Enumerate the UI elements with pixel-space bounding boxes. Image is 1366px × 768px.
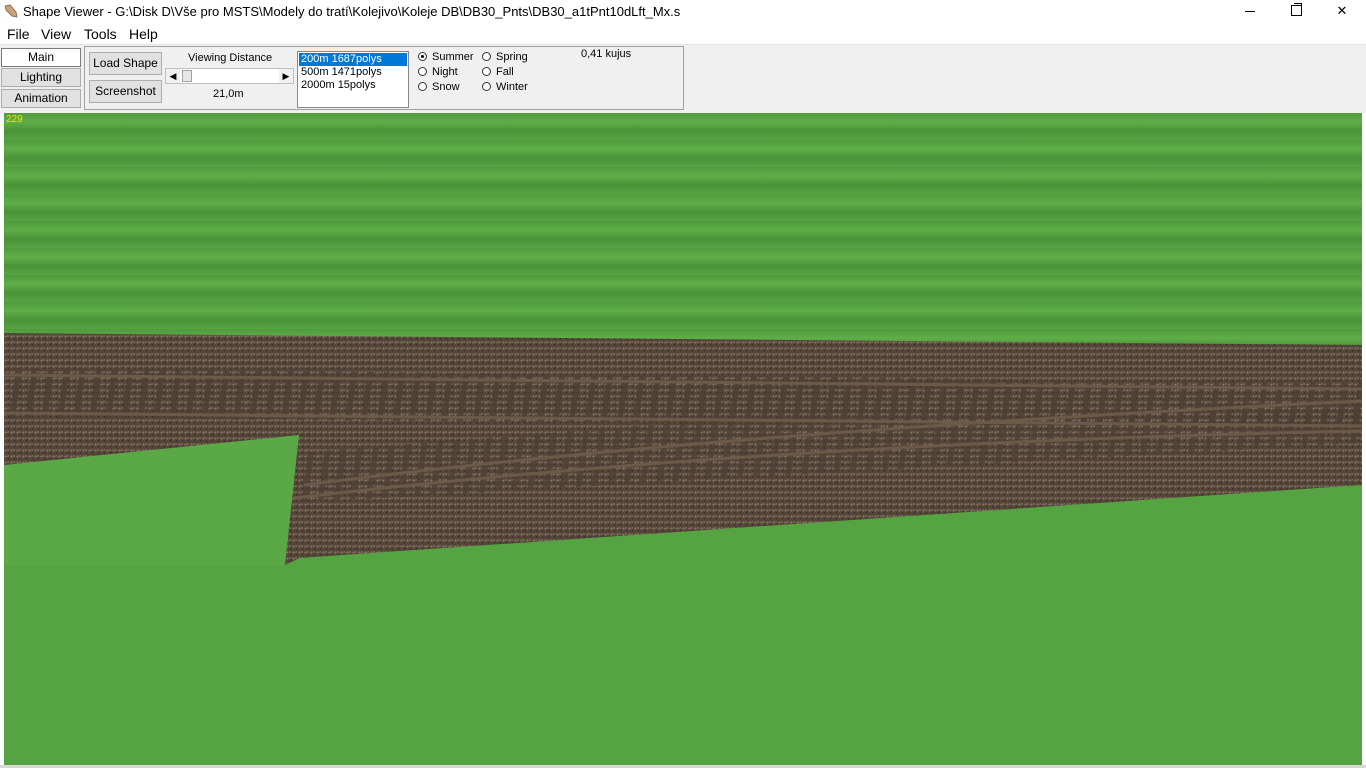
menu-tools[interactable]: Tools [84, 26, 117, 42]
scroll-right-icon[interactable]: ▶ [279, 69, 293, 83]
viewing-distance-label: Viewing Distance [188, 52, 273, 64]
screenshot-button[interactable]: Screenshot [89, 80, 162, 103]
lod-option[interactable]: 200m 1687polys [299, 53, 407, 66]
viewing-distance-value: 21,0m [213, 88, 244, 100]
objects-count: 0,41 kujus [581, 48, 632, 60]
viewing-distance-slider[interactable]: ◀ ▶ [165, 68, 294, 84]
lod-option[interactable]: 2000m 15polys [299, 79, 407, 92]
track-render [4, 333, 1362, 765]
radio-unchecked-icon [418, 82, 427, 91]
radio-summer[interactable]: Summer [418, 51, 474, 65]
tab-main[interactable]: Main [1, 48, 81, 67]
radio-spring[interactable]: Spring [482, 51, 528, 65]
load-shape-button[interactable]: Load Shape [89, 52, 162, 75]
fps-counter: 229 [6, 114, 23, 125]
main-panel: Load Shape Screenshot Viewing Distance ◀… [84, 46, 684, 110]
menu-file[interactable]: File [7, 26, 30, 42]
minimize-button[interactable] [1227, 0, 1273, 24]
radio-unchecked-icon [418, 67, 427, 76]
window-title: Shape Viewer - G:\Disk D\Vše pro MSTS\Mo… [23, 4, 681, 19]
lod-listbox[interactable]: 200m 1687polys 500m 1471polys 2000m 15po… [297, 51, 409, 108]
toolbar: Main Lighting Animation Load Shape Scree… [0, 44, 1366, 113]
maximize-button[interactable] [1273, 0, 1319, 24]
menu-help[interactable]: Help [129, 26, 158, 42]
restore-icon [1290, 3, 1302, 16]
tab-lighting[interactable]: Lighting [1, 68, 81, 87]
lod-option[interactable]: 500m 1471polys [299, 66, 407, 79]
minimize-icon [1245, 11, 1255, 12]
tab-animation[interactable]: Animation [1, 89, 81, 108]
close-button[interactable]: ✕ [1319, 0, 1365, 24]
radio-unchecked-icon [482, 67, 491, 76]
scroll-left-icon[interactable]: ◀ [166, 69, 180, 83]
slider-thumb[interactable] [182, 70, 192, 82]
radio-checked-icon [418, 52, 427, 61]
radio-fall[interactable]: Fall [482, 66, 514, 80]
radio-night[interactable]: Night [418, 66, 458, 80]
menu-view[interactable]: View [41, 26, 71, 42]
title-bar: Shape Viewer - G:\Disk D\Vše pro MSTS\Mo… [0, 0, 1366, 24]
radio-unchecked-icon [482, 52, 491, 61]
3d-viewport[interactable]: 229 [4, 113, 1362, 765]
app-icon [4, 4, 18, 18]
radio-snow[interactable]: Snow [418, 81, 460, 95]
radio-unchecked-icon [482, 82, 491, 91]
radio-winter[interactable]: Winter [482, 81, 528, 95]
close-icon: ✕ [1336, 3, 1348, 18]
menu-bar: File View Tools Help [0, 24, 1366, 44]
